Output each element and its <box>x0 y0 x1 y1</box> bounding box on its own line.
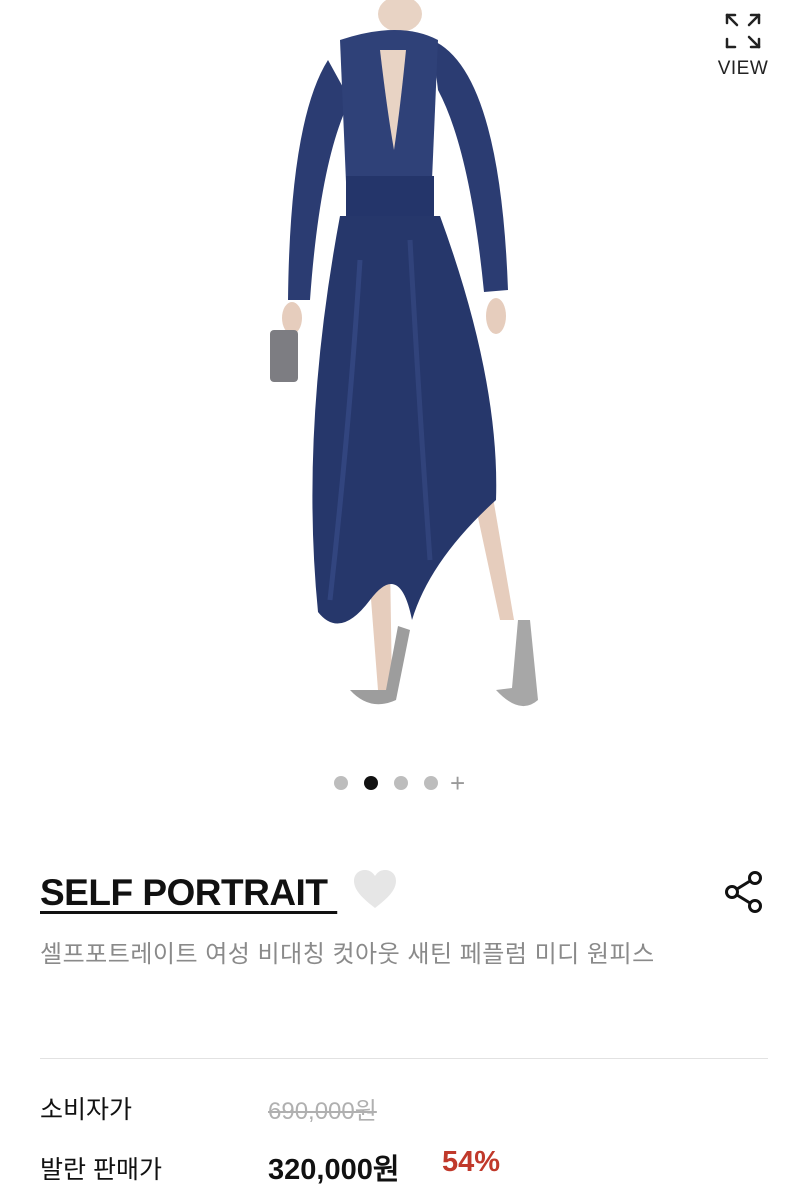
product-image <box>270 0 538 707</box>
consumer-price-row: 소비자가 690,000원 <box>40 1090 768 1130</box>
expand-icon <box>725 13 761 49</box>
gallery-dot-4[interactable] <box>424 776 438 790</box>
gallery-dot-3[interactable] <box>394 776 408 790</box>
brand-row: SELF PORTRAIT <box>40 866 768 922</box>
product-gallery[interactable]: VIEW + <box>0 0 808 820</box>
consumer-price-value: 690,000원 <box>268 1098 377 1125</box>
divider <box>40 1058 768 1059</box>
gallery-dot-1[interactable] <box>334 776 348 790</box>
product-title: 셀프포트레이트 여성 비대칭 컷아웃 새틴 페플럼 미디 원피스 <box>40 941 655 968</box>
gallery-more-plus-icon[interactable]: + <box>450 770 465 796</box>
consumer-price-label: 소비자가 <box>40 1096 133 1124</box>
gallery-pagination: + <box>334 770 465 796</box>
view-fullscreen-button[interactable]: VIEW <box>710 8 776 90</box>
heart-icon[interactable] <box>352 868 398 910</box>
gallery-dot-2-active[interactable] <box>364 776 378 790</box>
brand-name-link[interactable]: SELF PORTRAIT <box>40 872 337 914</box>
share-icon[interactable] <box>724 870 764 914</box>
sale-price-row: 발란 판매가 320,000원 54% <box>40 1146 768 1190</box>
discount-badge: 54% <box>442 1146 501 1178</box>
sale-price-value: 320,000원 <box>268 1154 400 1186</box>
sale-price-label: 발란 판매가 <box>40 1156 162 1184</box>
view-label: VIEW <box>717 58 769 79</box>
